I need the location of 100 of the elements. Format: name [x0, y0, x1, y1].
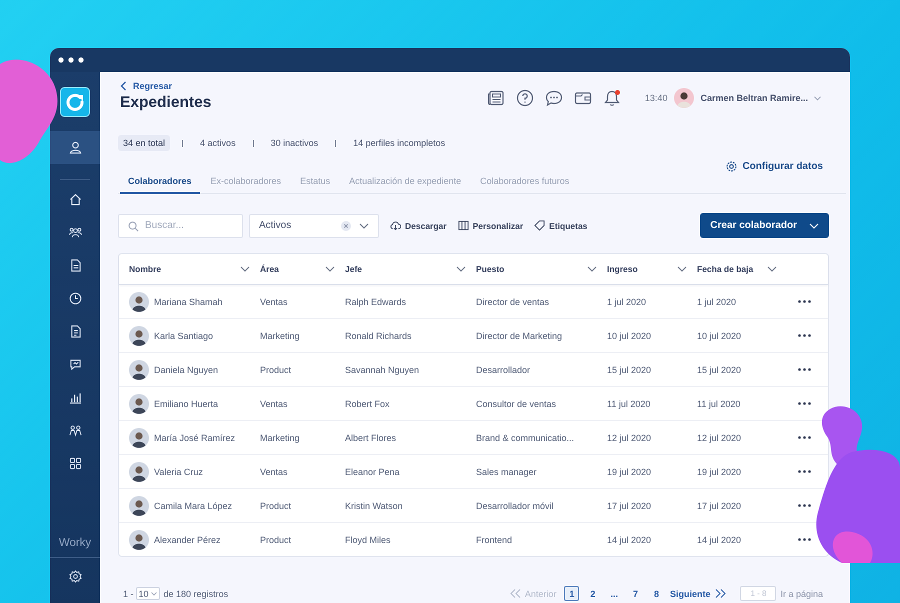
chevron-down-icon	[809, 222, 819, 228]
table-cell-text: 1 jul 2020	[607, 296, 648, 306]
search-field[interactable]: Buscar...	[118, 214, 243, 238]
table-cell-text: Marketing	[260, 330, 301, 340]
page-input[interactable]: 1 - 8	[740, 586, 776, 601]
page-button[interactable]: 7	[628, 586, 643, 601]
more-icon[interactable]	[798, 402, 811, 405]
more-icon[interactable]	[798, 334, 811, 337]
tags-button[interactable]: Etiquetas	[534, 220, 588, 231]
table-cell-text: Ronald Richards	[345, 330, 413, 340]
tag-icon	[534, 220, 546, 231]
avatar	[129, 360, 149, 380]
table-cell-text: Product	[260, 364, 292, 374]
table-cell-text: 19 jul 2020	[607, 466, 652, 476]
people-icon	[68, 424, 82, 437]
double-chevron-right-icon	[715, 589, 726, 598]
table-cell-text: 12 jul 2020	[607, 432, 652, 442]
more-icon[interactable]	[798, 470, 811, 473]
configure-link[interactable]: Configurar datos	[726, 161, 823, 172]
chart-icon	[68, 391, 82, 404]
column-header[interactable]: Fecha de baja	[697, 254, 787, 284]
avatar	[129, 462, 149, 482]
avatar[interactable]	[674, 88, 694, 108]
clock-icon	[68, 292, 82, 305]
customize-button[interactable]: Personalizar	[458, 220, 524, 231]
cloud-download-icon	[390, 220, 401, 231]
table-cell-text: 17 jul 2020	[697, 500, 742, 510]
more-icon[interactable]	[798, 436, 811, 439]
table-cell-text: Director de ventas	[476, 296, 550, 306]
table-cell-text: Product	[260, 534, 292, 544]
table-cell-text: 15 jul 2020	[607, 364, 652, 374]
chat-icon	[68, 358, 82, 371]
chevron-down-icon	[767, 266, 777, 272]
user-icon	[68, 141, 82, 154]
chevron-down-icon	[677, 266, 687, 272]
column-header[interactable]: Puesto	[476, 254, 607, 284]
table-cell-text: 12 jul 2020	[697, 432, 742, 442]
chevron-left-icon	[120, 81, 127, 91]
avatar	[129, 292, 149, 312]
page-button[interactable]: 8	[648, 586, 664, 601]
clock-time: 13:40	[644, 93, 668, 103]
more-icon[interactable]	[798, 368, 811, 371]
table-cell-text: Savannah Nguyen	[345, 364, 420, 374]
settings-icon	[68, 570, 82, 583]
range-label: 1 -	[123, 588, 134, 598]
table-cell-text: Product	[260, 500, 292, 510]
download-button[interactable]: Descargar	[390, 220, 447, 231]
window-dots-icon	[58, 57, 84, 63]
table-cell-text: 14 jul 2020	[697, 534, 742, 544]
table-cell-text: Ventas	[260, 466, 289, 476]
status-dropdown[interactable]: Activos	[249, 214, 379, 238]
column-header[interactable]: Nombre	[129, 254, 260, 284]
logo-icon[interactable]	[60, 87, 90, 117]
table-cell-text: 11 jul 2020	[697, 398, 742, 408]
table-cell-text: Ventas	[260, 296, 289, 306]
next-button[interactable]: Siguiente	[670, 588, 726, 598]
table-cell-text: Ralph Edwards	[345, 296, 408, 306]
page-button[interactable]: 1	[564, 586, 580, 601]
table-cell: Camila Mara López	[154, 500, 232, 510]
create-button[interactable]: Crear colaborador	[700, 213, 829, 238]
stat-filter[interactable]: 4 activos	[195, 135, 241, 151]
table-cell-text: 10 jul 2020	[697, 330, 742, 340]
table-cell-text: Director de Marketing	[476, 330, 564, 340]
table-cell-text: Robert Fox	[345, 398, 391, 408]
page-button[interactable]: 2	[585, 586, 600, 601]
table-cell-text: 15 jul 2020	[697, 364, 742, 374]
help-icon[interactable]	[516, 89, 534, 107]
table-cell-text: Sales manager	[476, 466, 538, 476]
user-menu[interactable]: Carmen Beltran Ramire...	[700, 93, 829, 103]
bell-icon[interactable]	[602, 89, 621, 107]
chat-icon[interactable]	[544, 89, 563, 107]
table-cell-text: 14 jul 2020	[607, 534, 652, 544]
more-icon[interactable]	[798, 538, 811, 541]
clear-icon[interactable]	[341, 220, 351, 230]
column-header[interactable]: Ingreso	[607, 254, 697, 284]
total-label: de 180 registros	[164, 588, 228, 598]
table-cell: Alexander Pérez	[154, 534, 221, 544]
table-cell-text: Kristin Watson	[345, 500, 404, 510]
column-header[interactable]: Jefe	[345, 254, 476, 284]
page-button[interactable]: ...	[606, 586, 622, 601]
stat-filter[interactable]: 34 en total	[118, 135, 170, 151]
brand-name: Worky	[58, 537, 92, 549]
chevron-down-icon	[587, 266, 597, 272]
table-cell-text: 19 jul 2020	[697, 466, 742, 476]
newspaper-icon[interactable]	[486, 89, 505, 107]
tab[interactable]: Colaboradores	[120, 172, 200, 194]
table-cell: Daniela Nguyen	[154, 364, 218, 374]
more-icon[interactable]	[798, 300, 811, 303]
page-size-dropdown[interactable]: 10	[136, 587, 160, 600]
stat-filter[interactable]: 14 perfiles incompletos	[348, 135, 450, 151]
column-header[interactable]: Área	[260, 254, 345, 284]
more-icon[interactable]	[798, 504, 811, 507]
table-cell-text: Floyd Miles	[345, 534, 392, 544]
grid-icon	[68, 457, 82, 470]
table-cell-text: 11 jul 2020	[607, 398, 652, 408]
team-icon	[68, 226, 82, 239]
table-cell-text: Frontend	[476, 534, 514, 544]
sidebar-item[interactable]	[50, 131, 100, 164]
stat-filter[interactable]: 30 inactivos	[266, 135, 324, 151]
back-link[interactable]: Regresar	[120, 81, 212, 91]
